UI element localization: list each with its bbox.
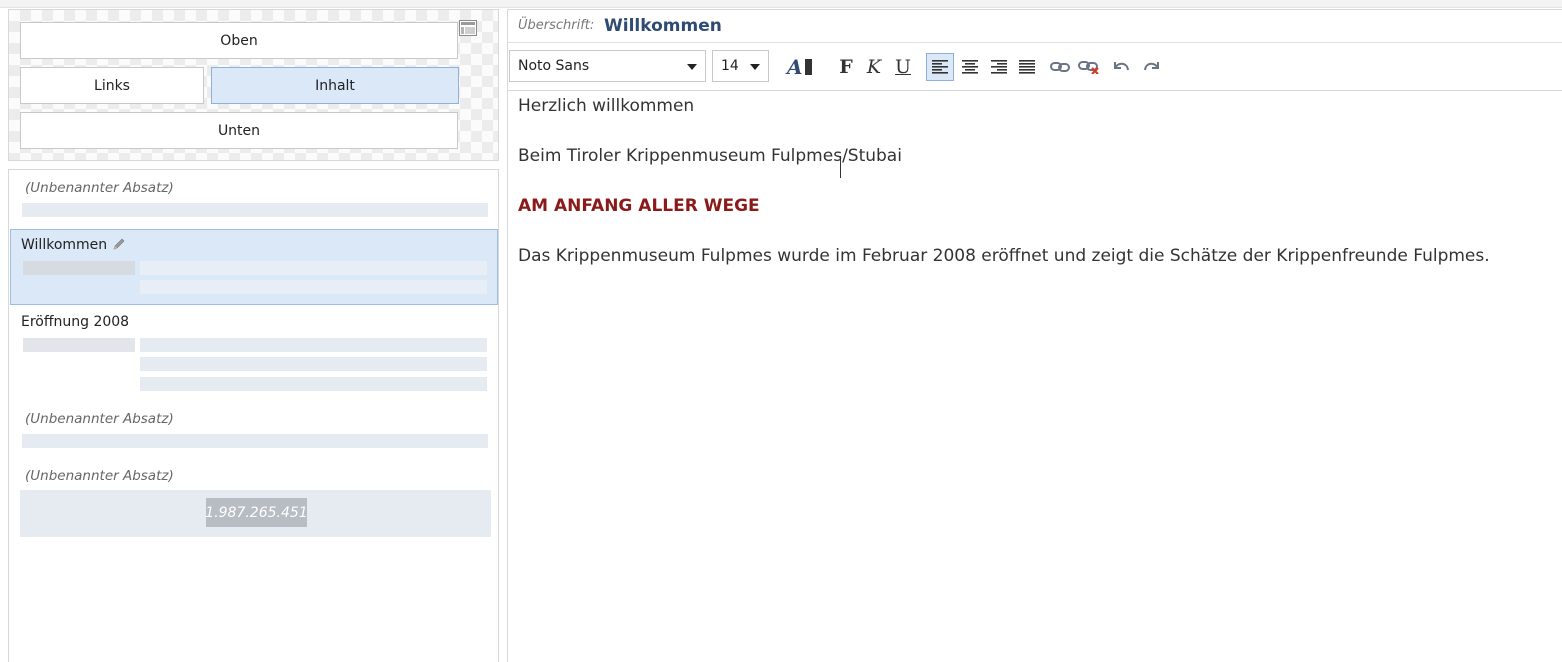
italic-button[interactable]: K	[860, 53, 888, 81]
align-justify-icon	[1019, 60, 1035, 74]
layout-unten-button[interactable]: Unten	[20, 112, 458, 149]
format-toolbar: Noto Sans 14 A F K U	[508, 43, 1562, 91]
font-family-value: Noto Sans	[518, 58, 590, 74]
layout-picker: Oben Links Inhalt Unten	[8, 9, 499, 161]
font-size-value: 14	[721, 58, 739, 74]
link-icon	[1050, 62, 1070, 72]
remove-link-button[interactable]	[1075, 53, 1103, 81]
text-editor: Überschrift: Willkommen Noto Sans 14 A F…	[507, 9, 1562, 662]
align-center-button[interactable]	[956, 53, 984, 81]
align-right-icon	[991, 60, 1007, 74]
heading-row: Überschrift: Willkommen	[508, 10, 1562, 43]
align-left-button[interactable]	[926, 53, 954, 81]
unlink-icon	[1078, 61, 1099, 74]
align-left-icon	[932, 60, 948, 74]
paragraph-label[interactable]: (Unbenannter Absatz)	[25, 468, 174, 484]
redo-icon	[1144, 62, 1159, 71]
heading-label: Überschrift:	[518, 18, 595, 33]
undo-button[interactable]	[1107, 53, 1135, 81]
font-family-select[interactable]: Noto Sans	[509, 50, 706, 82]
placeholder-bar	[22, 203, 488, 217]
layout-inhalt-button[interactable]: Inhalt	[211, 67, 459, 104]
text-cursor	[840, 156, 841, 178]
insert-link-button[interactable]	[1046, 53, 1074, 81]
align-justify-button[interactable]	[1013, 53, 1041, 81]
list-item-title[interactable]: Eröffnung 2008	[21, 314, 129, 330]
undo-icon	[1114, 62, 1129, 71]
content-heading: AM ANFANG ALLER WEGE	[518, 196, 760, 216]
placeholder-bar	[140, 280, 487, 294]
number-badge: 1.987.265.451	[205, 498, 308, 527]
pencil-icon[interactable]	[112, 237, 126, 251]
underline-button[interactable]: U	[889, 53, 917, 81]
chevron-down-icon	[750, 64, 760, 70]
redo-button[interactable]	[1138, 53, 1166, 81]
placeholder-image	[23, 338, 135, 352]
svg-text:A: A	[785, 56, 803, 78]
font-color-icon: A	[785, 56, 812, 78]
layout-oben-button[interactable]: Oben	[20, 22, 458, 59]
placeholder-bar	[140, 261, 487, 275]
content-line: Beim Tiroler Krippenmuseum Fulpmes/Stuba…	[518, 146, 902, 166]
placeholder-bar	[140, 357, 487, 371]
content-line: Das Krippenmuseum Fulpmes wurde im Febru…	[518, 246, 1490, 266]
align-right-button[interactable]	[985, 53, 1013, 81]
chevron-down-icon	[687, 64, 697, 70]
layout-links-button[interactable]: Links	[20, 67, 204, 104]
placeholder-image	[23, 261, 135, 275]
placeholder-bar	[140, 377, 487, 391]
placeholder-bar	[140, 338, 487, 352]
layout-settings-icon[interactable]	[459, 20, 477, 36]
paragraph-label[interactable]: (Unbenannter Absatz)	[25, 411, 174, 427]
paragraph-label: (Unbenannter Absatz)	[25, 180, 174, 196]
bold-button[interactable]: F	[832, 53, 860, 81]
heading-value[interactable]: Willkommen	[604, 16, 722, 36]
top-border	[0, 0, 1562, 8]
placeholder-bar	[22, 434, 488, 448]
align-center-icon	[962, 60, 978, 74]
text-color-button[interactable]: A	[784, 53, 820, 81]
content-line: Herzlich willkommen	[518, 96, 695, 116]
font-size-select[interactable]: 14	[712, 50, 769, 82]
paragraph-list: (Unbenannter Absatz) Willkommen Eröffnun…	[8, 169, 499, 662]
list-item-title: Willkommen	[21, 237, 108, 253]
